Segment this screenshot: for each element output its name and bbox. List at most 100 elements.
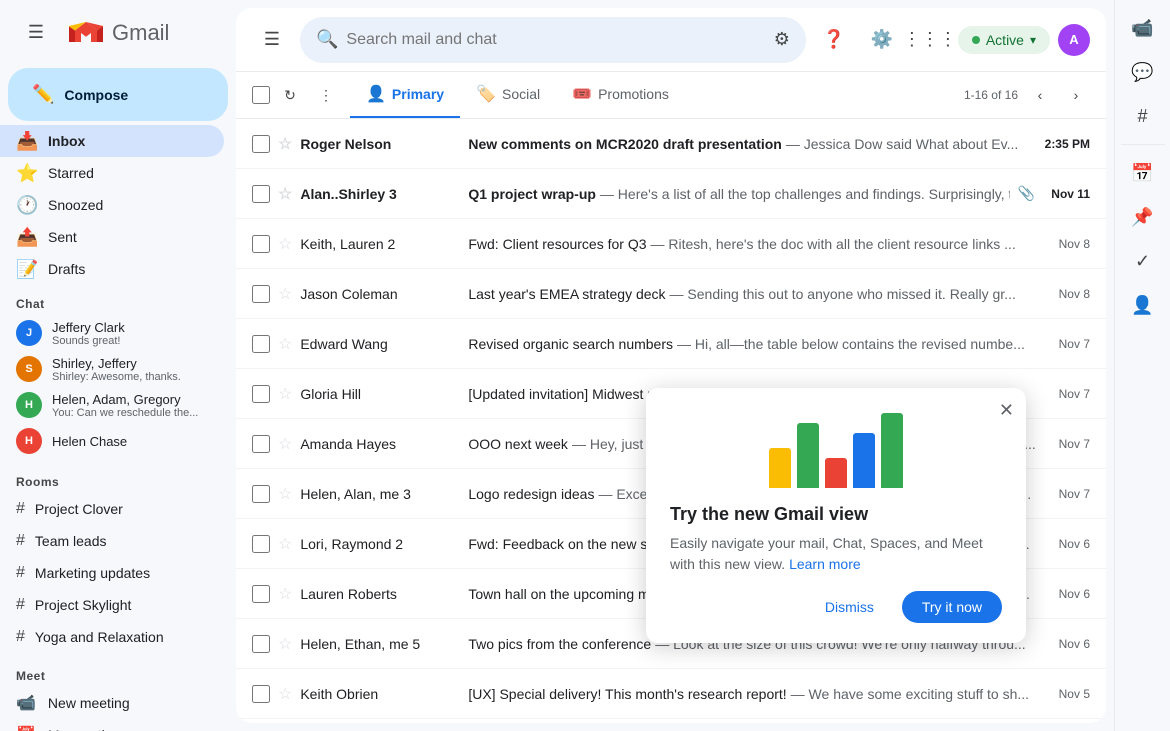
next-page-button[interactable]: › [1062,81,1090,109]
rooms-item-project-clover[interactable]: # Project Clover [0,493,224,525]
user-avatar[interactable]: A [1058,24,1090,56]
avatar-helen-chase: H [16,428,42,454]
rooms-item-marketing-updates[interactable]: # Marketing updates [0,557,224,589]
email-checkbox[interactable] [252,535,270,553]
email-checkbox[interactable] [252,235,270,253]
select-all-checkbox[interactable] [252,86,270,104]
star-icon[interactable]: ☆ [278,684,292,704]
star-icon[interactable]: ☆ [278,134,292,154]
email-checkbox[interactable] [252,135,270,153]
menu-button[interactable]: ☰ [16,12,56,52]
email-checkbox[interactable] [252,585,270,603]
email-subject: OOO next week [468,436,568,452]
alert-learn-more-link[interactable]: Learn more [789,556,861,572]
more-options-button[interactable]: ⋮ [310,79,342,111]
email-row[interactable]: ☆ Roger Nelson New comments on MCR2020 d… [236,119,1106,169]
email-checkbox[interactable] [252,685,270,703]
email-checkbox[interactable] [252,435,270,453]
email-row[interactable]: ☆ Jason Coleman Last year's EMEA strateg… [236,269,1106,319]
settings-button[interactable]: ⚙️ [862,20,902,60]
search-bar: 🔍 ⚙ [300,17,806,63]
email-row[interactable]: ☆ Edward Wang Revised organic search num… [236,319,1106,369]
sidebar-item-inbox[interactable]: 📥 Inbox [0,125,224,157]
star-icon[interactable]: ☆ [278,634,292,654]
star-icon[interactable]: ☆ [278,184,292,204]
chart-bar [769,448,791,488]
rooms-item-team-leads[interactable]: # Team leads [0,525,224,557]
meet-panel-icon[interactable]: 📹 [1123,8,1163,48]
avatar-helen-adam: H [16,392,42,418]
email-row[interactable]: ☆ Jason, Susan, me 4 Re: Project Skyligh… [236,719,1106,723]
star-icon[interactable]: ☆ [278,334,292,354]
chat-item-jeffery-clark[interactable]: J Jeffery Clark Sounds great! [0,315,224,351]
alert-try-button[interactable]: Try it now [902,591,1002,623]
email-checkbox[interactable] [252,185,270,203]
email-sender: Keith Obrien [300,686,460,702]
tab-primary[interactable]: 👤 Primary [350,72,460,118]
alert-close-button[interactable]: ✕ [999,400,1014,421]
chat-item-helen-adam[interactable]: H Helen, Adam, Gregory You: Can we resch… [0,387,224,423]
tab-primary-icon: 👤 [366,84,386,104]
tab-social[interactable]: 🏷️ Social [460,72,556,118]
rooms-item-label: Marketing updates [35,565,150,581]
sidebar-item-starred[interactable]: ⭐ Starred [0,157,224,189]
email-preview: — Ritesh, here's the doc with all the cl… [651,236,1016,252]
star-icon[interactable]: ☆ [278,234,292,254]
email-preview: — We have some exciting stuff to sh... [791,686,1029,702]
tab-promotions[interactable]: 🎟️ Promotions [556,72,685,118]
compose-label: Compose [64,87,128,103]
chat-item-helen-chase[interactable]: H Helen Chase [0,423,224,459]
rooms-icon: # [16,564,25,582]
email-time: Nov 11 [1051,187,1090,201]
star-icon[interactable]: ☆ [278,534,292,554]
calendar-panel-icon[interactable]: 📅 [1123,153,1163,193]
chart-bar [797,423,819,488]
keep-panel-icon[interactable]: 📌 [1123,197,1163,237]
search-tune-icon[interactable]: ⚙ [774,29,790,50]
sidebar-item-sent[interactable]: 📤 Sent [0,221,224,253]
chat-panel-icon[interactable]: 💬 [1123,52,1163,92]
chat-item-shirley-jeffery[interactable]: S Shirley, Jeffery Shirley: Awesome, tha… [0,351,224,387]
menu-icon-button[interactable]: ☰ [252,20,292,60]
meet-item-my-meetings[interactable]: 📅 My meetings [0,719,224,731]
chat-name: Helen Chase [52,434,127,449]
prev-page-button[interactable]: ‹ [1026,81,1054,109]
email-row[interactable]: ☆ Keith, Lauren 2 Fwd: Client resources … [236,219,1106,269]
active-status-badge[interactable]: Active ▾ [958,26,1050,54]
email-checkbox[interactable] [252,635,270,653]
new-meeting-label: New meeting [48,695,130,711]
compose-button[interactable]: ✏️ Compose [8,68,228,121]
email-row[interactable]: ☆ Alan..Shirley 3 Q1 project wrap-up — H… [236,169,1106,219]
meet-item-new-meeting[interactable]: 📹 New meeting [0,687,224,719]
email-checkbox[interactable] [252,485,270,503]
help-button[interactable]: ❓ [814,20,854,60]
search-input[interactable] [346,31,765,49]
alert-actions: Dismiss Try it now [670,591,1002,623]
rooms-item-yoga[interactable]: # Yoga and Relaxation [0,621,224,653]
sidebar-item-drafts[interactable]: 📝 Drafts [0,253,224,285]
starred-label: Starred [48,165,94,181]
rooms-item-label: Yoga and Relaxation [35,629,164,645]
email-checkbox[interactable] [252,335,270,353]
refresh-button[interactable]: ↻ [274,79,306,111]
alert-dismiss-button[interactable]: Dismiss [809,591,890,623]
chart-bar [853,433,875,488]
star-icon[interactable]: ☆ [278,484,292,504]
rooms-item-project-skylight[interactable]: # Project Skylight [0,589,224,621]
sidebar-item-snoozed[interactable]: 🕐 Snoozed [0,189,224,221]
star-icon[interactable]: ☆ [278,584,292,604]
contacts-panel-icon[interactable]: 👤 [1123,285,1163,325]
active-dot [972,36,980,44]
sidebar-header: ☰ Gmail [0,0,236,60]
chat-item-name: Helen, Adam, Gregory You: Can we resched… [52,392,198,419]
email-checkbox[interactable] [252,285,270,303]
email-sender: Gloria Hill [300,386,460,402]
star-icon[interactable]: ☆ [278,434,292,454]
star-icon[interactable]: ☆ [278,284,292,304]
email-checkbox[interactable] [252,385,270,403]
spaces-panel-icon[interactable]: # [1123,96,1163,136]
email-row[interactable]: ☆ Keith Obrien [UX] Special delivery! Th… [236,669,1106,719]
star-icon[interactable]: ☆ [278,384,292,404]
apps-button[interactable]: ⋮⋮⋮ [910,20,950,60]
tasks-panel-icon[interactable]: ✓ [1123,241,1163,281]
